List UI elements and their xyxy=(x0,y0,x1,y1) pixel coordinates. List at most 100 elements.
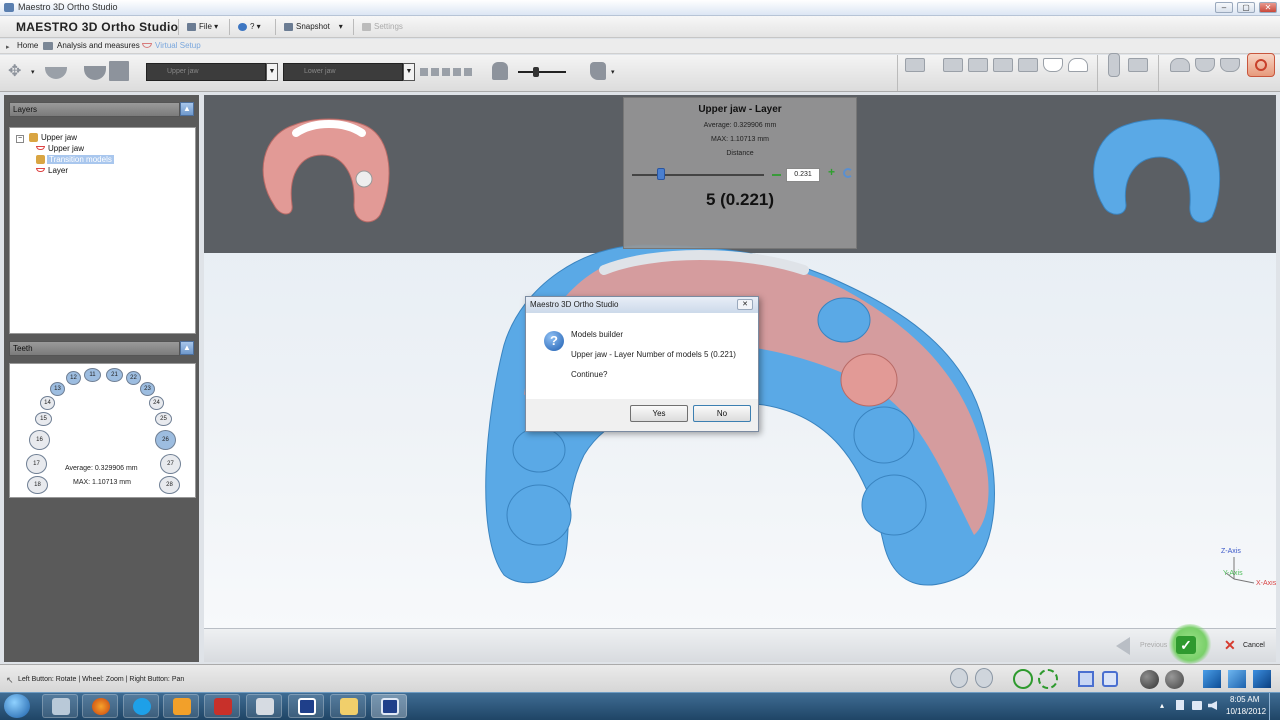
chevron-down-icon[interactable]: ▾ xyxy=(611,68,615,76)
view-front-icon[interactable] xyxy=(943,58,963,72)
chevron-down-icon[interactable]: ▼ xyxy=(266,63,278,81)
square-tool-icon[interactable] xyxy=(109,61,129,81)
minimize-button[interactable]: – xyxy=(1215,2,1233,13)
taskbar-app-firefox[interactable] xyxy=(82,694,118,718)
cube-view-icon[interactable] xyxy=(1228,670,1246,688)
tooth-24[interactable]: 24 xyxy=(149,396,164,410)
cube-solid-icon[interactable] xyxy=(1203,670,1221,688)
checkmark-icon[interactable]: ✓ xyxy=(1176,636,1196,654)
layer-item-layer[interactable]: Layer xyxy=(48,166,68,175)
plus-icon[interactable]: + xyxy=(828,165,835,179)
tree-expander[interactable]: − xyxy=(16,133,24,143)
upper-jaw-combo[interactable]: Upper jaw ▼ xyxy=(146,63,278,81)
grid-view-icon[interactable] xyxy=(905,58,925,72)
flag-icon[interactable] xyxy=(1176,700,1184,710)
help-icon xyxy=(238,22,247,31)
tooth-14[interactable]: 14 xyxy=(40,396,55,410)
hand-tool-icon[interactable]: ✥ xyxy=(8,63,28,81)
clock-date[interactable]: 10/18/2012 xyxy=(1226,707,1266,716)
collapse-layers-button[interactable]: ▲ xyxy=(180,102,194,116)
tooth-tool-icon[interactable] xyxy=(492,62,508,80)
cube-front-icon[interactable] xyxy=(1253,670,1271,688)
taskbar-app-scanner[interactable] xyxy=(246,694,282,718)
zoom-in-icon[interactable] xyxy=(950,668,968,688)
jaws-open-icon[interactable] xyxy=(1108,53,1120,77)
box-view-icon[interactable] xyxy=(1102,671,1118,687)
start-button[interactable] xyxy=(4,694,30,718)
taskbar-app-explorer[interactable] xyxy=(330,694,366,718)
snapshot-menu[interactable]: Snapshot ▾ xyxy=(280,19,347,35)
chevron-down-icon[interactable]: ▾ xyxy=(31,68,35,76)
distance-slider[interactable] xyxy=(632,174,764,176)
file-menu[interactable]: File ▾ xyxy=(183,19,222,35)
maximize-button[interactable]: ▢ xyxy=(1237,2,1255,13)
close-window-button[interactable]: ✕ xyxy=(1259,2,1277,13)
upper-view-icon[interactable] xyxy=(1195,58,1215,72)
clock-time[interactable]: 8:05 AM xyxy=(1230,695,1259,704)
taskbar-app-office[interactable] xyxy=(163,694,199,718)
lower-view-icon[interactable] xyxy=(1220,58,1240,72)
dialog-close-button[interactable]: ✕ xyxy=(737,299,753,310)
fit-view-icon[interactable] xyxy=(1038,669,1058,689)
tooth-26[interactable]: 26 xyxy=(155,430,176,450)
minus-icon[interactable] xyxy=(772,174,781,176)
tooth-13[interactable]: 13 xyxy=(50,382,65,396)
tooth-select-icon[interactable] xyxy=(590,62,606,80)
lower-jaw-combo[interactable]: Lower jaw ▼ xyxy=(283,63,415,81)
tooth-12[interactable]: 12 xyxy=(66,371,81,385)
tooth-23[interactable]: 23 xyxy=(140,382,155,396)
settings-menu[interactable]: Settings xyxy=(358,19,407,35)
tooth-18[interactable]: 18 xyxy=(27,476,48,494)
layer-item-upper-jaw[interactable]: Upper jaw xyxy=(48,144,84,153)
tooth-27[interactable]: 27 xyxy=(160,454,181,474)
tooth-21[interactable]: 21 xyxy=(106,368,123,382)
show-desktop-button[interactable] xyxy=(1269,693,1280,720)
cancel-button[interactable]: Cancel xyxy=(1243,642,1265,649)
refresh-icon[interactable] xyxy=(843,168,853,178)
wireframe-icon[interactable] xyxy=(1078,671,1094,687)
taskbar-app-skype[interactable] xyxy=(123,694,159,718)
center-view-icon[interactable] xyxy=(1013,669,1033,689)
breadcrumb-virtual-setup[interactable]: Virtual Setup xyxy=(155,41,201,50)
chevron-down-icon[interactable]: ▼ xyxy=(403,63,415,81)
layer-item-transition-models[interactable]: Transition models xyxy=(47,155,114,164)
taskbar-app-maestro[interactable] xyxy=(371,694,407,718)
tooth-17[interactable]: 17 xyxy=(26,454,47,474)
view-back-icon[interactable] xyxy=(968,58,988,72)
taskbar-app-player[interactable] xyxy=(288,694,324,718)
opacity-slider-thumb[interactable] xyxy=(533,67,539,77)
tooth-22[interactable]: 22 xyxy=(126,371,141,385)
taskbar-app-c[interactable] xyxy=(204,694,240,718)
distance-value-input[interactable]: 0.231 xyxy=(786,168,820,182)
breadcrumb-home[interactable]: Home xyxy=(17,41,38,50)
view-left-icon[interactable] xyxy=(993,58,1013,72)
view-top-icon[interactable] xyxy=(1043,58,1063,72)
yes-button[interactable]: Yes xyxy=(630,405,688,422)
opacity-slider[interactable] xyxy=(518,71,566,73)
tray-chevron-icon[interactable]: ▴ xyxy=(1160,701,1164,710)
breadcrumb-analysis[interactable]: Analysis and measures xyxy=(57,41,140,50)
taskbar-app-tools[interactable] xyxy=(42,694,78,718)
monitor-icon[interactable] xyxy=(1192,701,1202,710)
occlusion-icon[interactable] xyxy=(1170,58,1190,72)
distance-slider-thumb[interactable] xyxy=(657,168,666,180)
layer-item-upper-jaw-group[interactable]: Upper jaw xyxy=(41,133,77,142)
view-bottom-icon[interactable] xyxy=(1068,58,1088,72)
tooth-11[interactable]: 11 xyxy=(84,368,101,382)
toolbar-separator xyxy=(1097,55,1098,91)
exit-button[interactable] xyxy=(1247,53,1275,77)
help-menu[interactable]: ? ▾ xyxy=(234,19,265,35)
sphere-shaded-icon[interactable] xyxy=(1165,670,1184,689)
tooth-15[interactable]: 15 xyxy=(35,412,52,426)
teeth-row-icon[interactable] xyxy=(420,68,472,76)
collapse-teeth-button[interactable]: ▲ xyxy=(180,341,194,355)
no-button[interactable]: No xyxy=(693,405,751,422)
tooth-28[interactable]: 28 xyxy=(159,476,180,494)
previous-button[interactable]: Previous xyxy=(1140,642,1167,649)
sphere-dark-icon[interactable] xyxy=(1140,670,1159,689)
tooth-25[interactable]: 25 xyxy=(155,412,172,426)
jaws-closed-icon[interactable] xyxy=(1128,58,1148,72)
tooth-16[interactable]: 16 xyxy=(29,430,50,450)
zoom-out-icon[interactable] xyxy=(975,668,993,688)
view-right-icon[interactable] xyxy=(1018,58,1038,72)
